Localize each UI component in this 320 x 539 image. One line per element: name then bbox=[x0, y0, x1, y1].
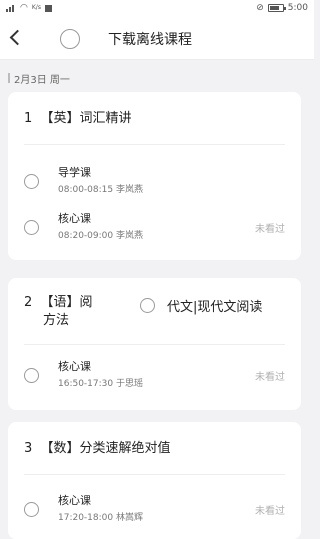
course-card-1: 1 【英】词汇精讲 导学课 08:00-08:15 李岚燕 核心课 08:20-… bbox=[8, 92, 301, 260]
status-bar: ◠ K/s ⊘ 5:00 bbox=[0, 0, 314, 16]
page-title: 下载离线课程 bbox=[108, 32, 192, 48]
lesson-name: 核心课 bbox=[58, 494, 91, 507]
lesson-time-teacher: 17:20-18:00 林嵩辉 bbox=[58, 513, 143, 523]
watch-status: 未看过 bbox=[255, 372, 285, 383]
lesson-name: 核心课 bbox=[58, 360, 91, 373]
course-card-2: 2 【语】阅 方法 代文|现代文阅读 核心课 16:50-17:30 于思瑶 未… bbox=[8, 278, 301, 410]
signal-icon bbox=[6, 4, 16, 12]
mute-icon: ⊘ bbox=[256, 3, 264, 13]
course-number: 2 bbox=[24, 295, 33, 310]
network-speed: K/s bbox=[31, 4, 41, 11]
lesson-radio[interactable] bbox=[24, 174, 39, 189]
course-title: 3 【数】分类速解绝对值 bbox=[24, 440, 171, 458]
course-title: 2 【语】阅 bbox=[24, 294, 93, 312]
divider bbox=[24, 144, 285, 145]
clock: 5:00 bbox=[287, 3, 308, 13]
notification-icon bbox=[44, 4, 52, 12]
course-number: 3 bbox=[24, 441, 33, 456]
lesson-option[interactable]: 代文|现代文阅读 bbox=[140, 296, 262, 315]
course-card-3: 3 【数】分类速解绝对值 核心课 17:20-18:00 林嵩辉 未看过 bbox=[8, 422, 301, 539]
select-all-radio[interactable] bbox=[60, 29, 80, 49]
date-header: 2月3日 周一 bbox=[0, 68, 314, 88]
watch-status: 未看过 bbox=[255, 506, 285, 517]
lesson-item[interactable]: 核心课 17:20-18:00 林嵩辉 未看过 bbox=[8, 488, 301, 528]
option-radio[interactable] bbox=[140, 298, 155, 313]
wifi-icon: ◠ bbox=[20, 3, 28, 13]
watch-status: 未看过 bbox=[255, 224, 285, 235]
course-number: 1 bbox=[24, 111, 33, 126]
lesson-item[interactable]: 核心课 16:50-17:30 于思瑶 未看过 bbox=[8, 354, 301, 394]
back-arrow-icon[interactable] bbox=[8, 28, 24, 48]
option-label: 代文|现代文阅读 bbox=[167, 300, 263, 315]
course-name: 【数】分类速解绝对值 bbox=[40, 441, 171, 456]
lesson-time-teacher: 08:00-08:15 李岚燕 bbox=[58, 185, 143, 195]
lesson-item[interactable]: 导学课 08:00-08:15 李岚燕 bbox=[8, 160, 301, 200]
date-label: 2月3日 周一 bbox=[14, 74, 70, 86]
lesson-time-teacher: 16:50-17:30 于思瑶 bbox=[58, 379, 143, 389]
battery-icon bbox=[267, 4, 286, 12]
lesson-name: 核心课 bbox=[58, 212, 91, 225]
lesson-item[interactable]: 核心课 08:20-09:00 李岚燕 未看过 bbox=[8, 206, 301, 246]
course-name: 【语】阅 bbox=[40, 295, 93, 310]
lesson-radio[interactable] bbox=[24, 368, 39, 383]
divider bbox=[24, 344, 285, 345]
course-title: 1 【英】词汇精讲 bbox=[24, 110, 132, 128]
lesson-radio[interactable] bbox=[24, 220, 39, 235]
divider bbox=[24, 474, 285, 475]
date-divider bbox=[8, 73, 10, 83]
lesson-time-teacher: 08:20-09:00 李岚燕 bbox=[58, 231, 143, 241]
course-name: 【英】词汇精讲 bbox=[40, 111, 132, 126]
lesson-name: 导学课 bbox=[58, 166, 91, 179]
lesson-radio[interactable] bbox=[24, 502, 39, 517]
nav-bar: 下载离线课程 bbox=[0, 16, 314, 60]
course-title-continued: 方法 bbox=[43, 313, 70, 328]
